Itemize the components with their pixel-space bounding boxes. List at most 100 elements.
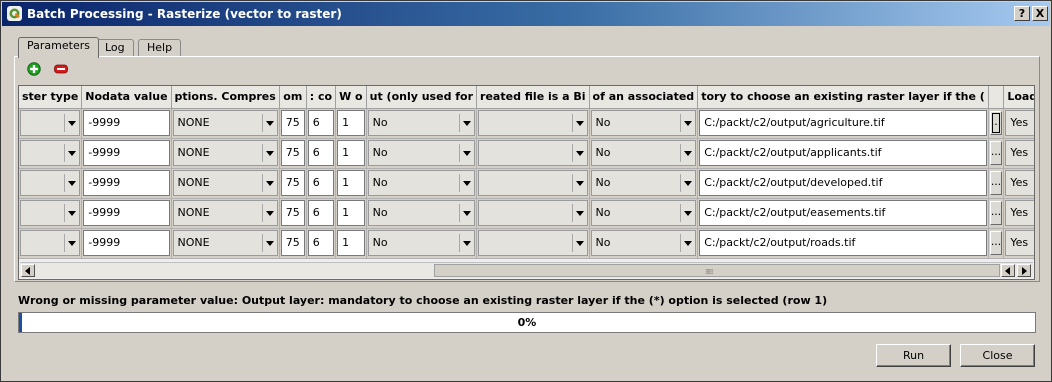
only-used-for-select[interactable]: No (367, 170, 476, 196)
compress-select[interactable]: NONE (172, 200, 278, 226)
col-header-zoom[interactable]: om (279, 86, 307, 109)
nodata-input[interactable]: -9999 (83, 230, 170, 256)
batch-table: ster type Nodata value ptions. Compres o… (18, 85, 1035, 280)
combo-separator (261, 174, 263, 192)
w-input[interactable]: 1 (337, 170, 365, 196)
nodata-input[interactable]: -9999 (83, 140, 170, 166)
load-in-qgis-select[interactable]: Yes (1005, 140, 1034, 166)
col-header-w[interactable]: W o (335, 86, 367, 109)
combo-separator (459, 204, 461, 222)
compress-select[interactable]: NONE (172, 170, 278, 196)
chevron-down-icon (684, 151, 693, 156)
table-row: -9999 NONE 75 6 1 No No C:/packt/c2/output/appl… (19, 138, 1034, 169)
compress-select-value: NONE (177, 236, 210, 249)
minus-icon (54, 64, 68, 74)
zoom-input[interactable]: 75 (280, 200, 305, 226)
associated-select[interactable]: No (590, 140, 697, 166)
scroll-left-button[interactable] (21, 264, 35, 277)
created-file-select[interactable] (478, 230, 588, 256)
chevron-down-icon (68, 151, 77, 156)
col-header-co[interactable]: : co (306, 86, 337, 109)
col-header-nodata[interactable]: Nodata value (81, 86, 172, 109)
output-path-input[interactable]: C:/packt/c2/output/roads.tif (699, 230, 987, 256)
browse-button[interactable]: ... (989, 231, 1003, 255)
load-in-qgis-select[interactable]: Yes (1005, 110, 1034, 136)
w-input[interactable]: 1 (337, 200, 365, 226)
nodata-input[interactable]: -9999 (83, 170, 170, 196)
w-input[interactable]: 1 (337, 110, 365, 136)
browse-button[interactable]: ... (989, 171, 1003, 195)
compress-select[interactable]: NONE (172, 230, 278, 256)
col-header-load-in-qgis[interactable]: Load in QGIS (1003, 86, 1034, 109)
col-header-compress[interactable]: ptions. Compres (171, 86, 280, 109)
col-header-associated[interactable]: of an associated (589, 86, 699, 109)
add-row-button[interactable] (27, 62, 41, 76)
co-input[interactable]: 6 (307, 140, 335, 166)
output-path-input[interactable]: C:/packt/c2/output/developed.tif (699, 170, 987, 196)
co-input[interactable]: 6 (307, 170, 335, 196)
close-window-button[interactable]: X (1032, 6, 1048, 21)
associated-select[interactable]: No (590, 170, 697, 196)
tab-parameters[interactable]: Parameters (18, 37, 99, 58)
compress-select[interactable]: NONE (172, 140, 278, 166)
only-used-for-select[interactable]: No (367, 200, 476, 226)
load-in-qgis-select[interactable]: Yes (1005, 230, 1034, 256)
created-file-select[interactable] (478, 170, 588, 196)
zoom-input[interactable]: 75 (280, 170, 305, 196)
zoom-input[interactable]: 75 (280, 230, 305, 256)
combo-separator (64, 204, 66, 222)
output-path-input[interactable]: C:/packt/c2/output/applicants.tif (699, 140, 987, 166)
raster-type-select[interactable] (20, 110, 81, 136)
only-used-for-select[interactable]: No (367, 140, 476, 166)
browse-button[interactable]: ... (989, 141, 1003, 165)
w-input[interactable]: 1 (337, 140, 365, 166)
created-file-select[interactable] (478, 110, 588, 136)
created-file-select[interactable] (478, 200, 588, 226)
tab-log[interactable]: Log (96, 39, 134, 57)
raster-type-select[interactable] (20, 170, 81, 196)
compress-select[interactable]: NONE (172, 110, 278, 136)
chevron-down-icon (68, 121, 77, 126)
horizontal-scrollbar[interactable]: ⁞⁞⁞⁞⁞⁞ (20, 262, 1033, 278)
raster-type-select[interactable] (20, 140, 81, 166)
load-in-qgis-select[interactable]: Yes (1005, 200, 1034, 226)
co-input[interactable]: 6 (307, 200, 335, 226)
associated-select[interactable]: No (590, 110, 697, 136)
remove-row-button[interactable] (54, 62, 68, 76)
scrollbar-thumb[interactable]: ⁞⁞⁞⁞⁞⁞ (434, 264, 1000, 277)
co-input[interactable]: 6 (307, 110, 335, 136)
col-header-only-used-for[interactable]: ut (only used for (366, 86, 478, 109)
co-input[interactable]: 6 (307, 230, 335, 256)
col-header-output-layer[interactable]: tory to choose an existing raster layer … (697, 86, 989, 109)
run-button[interactable]: Run (876, 344, 951, 367)
browse-button[interactable]: ... (989, 201, 1003, 225)
output-path-input[interactable]: C:/packt/c2/output/agriculture.tif (699, 110, 987, 136)
load-in-qgis-select[interactable]: Yes (1005, 170, 1034, 196)
created-file-select[interactable] (478, 140, 588, 166)
zoom-input[interactable]: 75 (280, 140, 305, 166)
zoom-input[interactable]: 75 (280, 110, 305, 136)
load-in-qgis-select-value: Yes (1010, 236, 1029, 249)
tab-help[interactable]: Help (138, 39, 182, 57)
help-button[interactable]: ? (1014, 6, 1030, 21)
w-input[interactable]: 1 (337, 230, 365, 256)
raster-type-select[interactable] (20, 230, 81, 256)
scroll-left-button-2[interactable] (1001, 264, 1015, 277)
browse-button[interactable]: ... (989, 111, 1003, 135)
only-used-for-select[interactable]: No (367, 230, 476, 256)
col-header-created-file[interactable]: reated file is a Bi (476, 86, 590, 109)
associated-select[interactable]: No (590, 230, 697, 256)
output-path-input[interactable]: C:/packt/c2/output/easements.tif (699, 200, 987, 226)
associated-select[interactable]: No (590, 200, 697, 226)
chevron-down-icon (575, 181, 584, 186)
nodata-input[interactable]: -9999 (83, 200, 170, 226)
only-used-for-select[interactable]: No (367, 110, 476, 136)
chevron-down-icon (265, 241, 274, 246)
close-button[interactable]: Close (960, 344, 1035, 367)
arrow-left-icon (25, 267, 30, 275)
scroll-right-button[interactable] (1017, 264, 1031, 277)
nodata-input[interactable]: -9999 (83, 110, 170, 136)
raster-type-select[interactable] (20, 200, 81, 226)
chevron-down-icon (463, 181, 472, 186)
col-header-raster-type[interactable]: ster type (19, 86, 83, 109)
